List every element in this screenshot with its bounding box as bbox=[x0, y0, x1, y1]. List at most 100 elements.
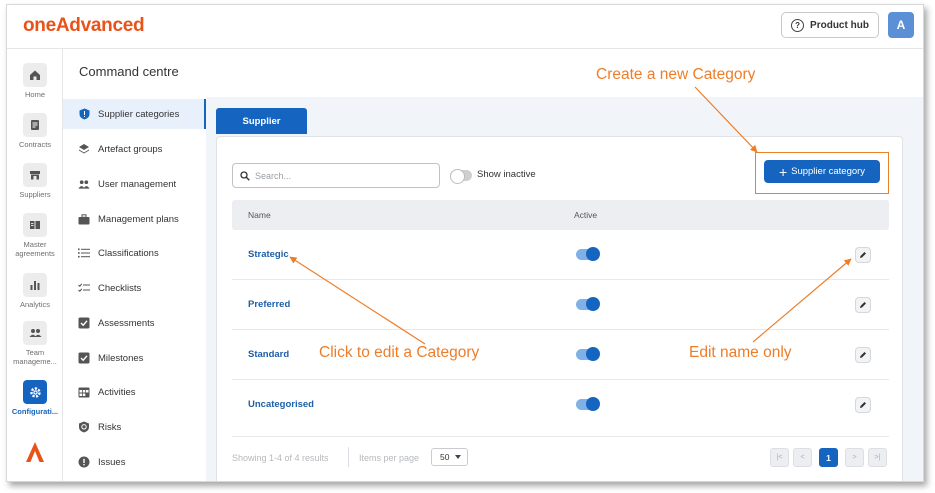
avatar[interactable]: A bbox=[888, 12, 914, 38]
last-page-icon: >| bbox=[874, 454, 881, 461]
nav-label: Risks bbox=[98, 421, 122, 433]
search-input[interactable]: Search... bbox=[232, 163, 440, 188]
nav-label: Checklists bbox=[98, 282, 142, 294]
rail-item-configuration[interactable]: Configurati... bbox=[7, 380, 63, 416]
nav-item-artefact-groups[interactable]: Artefact groups bbox=[63, 134, 206, 164]
last-page-button[interactable]: >| bbox=[868, 448, 887, 467]
category-name-link[interactable]: Standard bbox=[248, 349, 289, 360]
help-circle-icon: ? bbox=[791, 18, 805, 32]
list-icon bbox=[78, 247, 90, 259]
rail-item-team-management[interactable]: Team manageme... bbox=[7, 321, 63, 366]
pencil-icon bbox=[860, 252, 866, 258]
users-icon bbox=[78, 178, 90, 190]
footer-separator bbox=[348, 447, 349, 467]
pencil-icon bbox=[860, 402, 866, 408]
rail-label: Home bbox=[24, 90, 45, 99]
secondary-nav: Command centre Supplier categories Artef… bbox=[63, 49, 206, 481]
rail-item-suppliers[interactable]: Suppliers bbox=[7, 163, 63, 199]
edit-button[interactable] bbox=[855, 397, 871, 413]
document-icon bbox=[23, 113, 47, 137]
gear-icon bbox=[23, 380, 47, 404]
items-per-page-select[interactable]: 50 bbox=[431, 448, 468, 466]
checklist-icon bbox=[78, 282, 90, 294]
next-page-button[interactable]: > bbox=[845, 448, 864, 467]
product-hub-button[interactable]: ? Product hub bbox=[781, 12, 879, 38]
nav-item-user-management[interactable]: User management bbox=[63, 169, 206, 199]
nav-item-checklists[interactable]: Checklists bbox=[63, 273, 206, 303]
briefcase-icon bbox=[78, 213, 90, 225]
nav-label: Milestones bbox=[98, 352, 144, 364]
pencil-icon bbox=[860, 302, 866, 308]
team-icon bbox=[23, 321, 47, 345]
add-button-highlight: + Supplier category bbox=[755, 152, 889, 194]
table-row: Strategic bbox=[232, 230, 889, 280]
nav-label: Issues bbox=[98, 456, 126, 468]
active-toggle[interactable] bbox=[576, 397, 600, 411]
nav-label: Management plans bbox=[98, 213, 179, 225]
rail-item-contracts[interactable]: Contracts bbox=[7, 113, 63, 149]
plus-icon: + bbox=[778, 163, 788, 180]
edit-button[interactable] bbox=[855, 347, 871, 363]
layers-icon bbox=[78, 143, 90, 155]
nav-label: Activities bbox=[98, 386, 136, 398]
nav-item-supplier-categories[interactable]: Supplier categories bbox=[63, 99, 206, 129]
annotation-click-edit: Click to edit a Category bbox=[319, 344, 480, 361]
nav-item-assessments[interactable]: Assessments bbox=[63, 308, 206, 338]
home-icon bbox=[23, 63, 47, 87]
rail-item-master-agreements[interactable]: Master agreements bbox=[7, 213, 63, 258]
product-hub-label: Product hub bbox=[810, 19, 869, 31]
rail-label: Suppliers bbox=[19, 190, 51, 199]
alert-icon bbox=[78, 456, 90, 468]
annotation-create-category: Create a new Category bbox=[596, 66, 756, 83]
section-title: Command centre bbox=[79, 64, 179, 79]
nav-item-classifications[interactable]: Classifications bbox=[63, 238, 206, 268]
table-row: Preferred bbox=[232, 280, 889, 330]
prev-page-button[interactable]: < bbox=[793, 448, 812, 467]
nav-label: Artefact groups bbox=[98, 143, 163, 155]
tab-supplier[interactable]: Supplier bbox=[216, 108, 307, 134]
nav-item-activities[interactable]: Activities bbox=[63, 377, 206, 407]
footer-divider bbox=[232, 436, 889, 437]
nav-item-risks[interactable]: Risks bbox=[63, 412, 206, 442]
active-toggle[interactable] bbox=[576, 297, 600, 311]
category-name-link[interactable]: Preferred bbox=[248, 299, 290, 310]
milestone-icon bbox=[78, 352, 90, 364]
rail-item-analytics[interactable]: Analytics bbox=[7, 273, 63, 309]
rail-label: Analytics bbox=[19, 300, 50, 309]
category-name-link[interactable]: Uncategorised bbox=[248, 399, 314, 410]
icon-rail: Home Contracts Suppliers Master agreemen… bbox=[7, 49, 63, 481]
calendar-icon bbox=[78, 386, 90, 398]
categories-card: Search... Show inactive + Supplier categ… bbox=[216, 136, 903, 481]
rail-label: Team manageme... bbox=[13, 348, 57, 366]
show-inactive-toggle[interactable] bbox=[450, 169, 472, 184]
first-page-button[interactable]: |< bbox=[770, 448, 789, 467]
items-per-page-value: 50 bbox=[440, 452, 450, 462]
column-header-name: Name bbox=[248, 210, 271, 220]
chevron-down-icon bbox=[455, 455, 462, 459]
nav-label: User management bbox=[98, 178, 177, 190]
active-toggle[interactable] bbox=[576, 247, 600, 261]
app-logo[interactable]: oneAdvanced bbox=[23, 15, 145, 37]
items-per-page-label: Items per page bbox=[359, 453, 420, 463]
add-supplier-category-button[interactable]: + Supplier category bbox=[764, 160, 880, 183]
first-page-icon: |< bbox=[776, 454, 783, 461]
add-button-label: Supplier category bbox=[791, 166, 866, 177]
advanced-logo-icon bbox=[26, 442, 44, 462]
nav-item-milestones[interactable]: Milestones bbox=[63, 343, 206, 373]
results-summary: Showing 1-4 of 4 results bbox=[232, 453, 329, 463]
search-icon bbox=[240, 170, 250, 181]
risk-icon bbox=[78, 421, 90, 433]
column-header-active: Active bbox=[574, 210, 598, 220]
edit-button[interactable] bbox=[855, 247, 871, 263]
edit-button[interactable] bbox=[855, 297, 871, 313]
app-window: oneAdvanced ? Product hub A Home Contrac… bbox=[6, 4, 924, 482]
annotation-edit-name: Edit name only bbox=[689, 344, 792, 361]
book-icon bbox=[23, 213, 47, 237]
rail-item-home[interactable]: Home bbox=[7, 63, 63, 99]
nav-item-issues[interactable]: Issues bbox=[63, 447, 206, 477]
active-toggle[interactable] bbox=[576, 347, 600, 361]
nav-item-management-plans[interactable]: Management plans bbox=[63, 204, 206, 234]
table-header: Name Active bbox=[232, 200, 889, 230]
category-name-link[interactable]: Strategic bbox=[248, 249, 289, 260]
page-button-current[interactable]: 1 bbox=[819, 448, 838, 467]
